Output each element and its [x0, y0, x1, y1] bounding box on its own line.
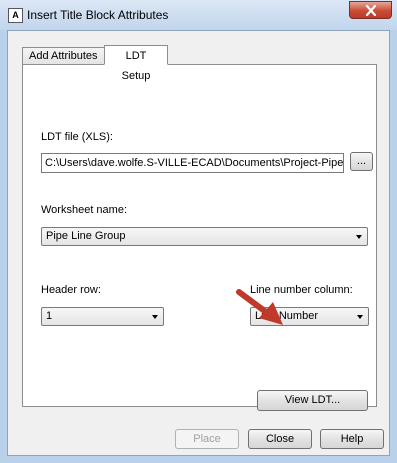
tab-ldt-setup[interactable]: LDT Setup [104, 45, 168, 82]
dialog-client-area: Add Attributes LDT Setup LDT file (XLS):… [7, 30, 390, 456]
title-bar[interactable]: A Insert Title Block Attributes [0, 0, 397, 30]
dropdown-arrow-icon [356, 235, 362, 239]
dropdown-arrow-icon [152, 315, 158, 319]
close-button[interactable]: Close [248, 429, 312, 449]
dialog-window: A Insert Title Block Attributes Add Attr… [0, 0, 397, 463]
close-icon [365, 5, 377, 16]
window-close-button[interactable] [349, 1, 392, 19]
autocad-app-icon: A [8, 8, 23, 23]
ldt-file-input[interactable]: C:\Users\dave.wolfe.S-VILLE-ECAD\Documen… [41, 153, 344, 173]
help-button[interactable]: Help [320, 429, 384, 449]
ldt-file-label: LDT file (XLS): [41, 131, 113, 143]
pointer-arrow-icon [236, 289, 283, 325]
worksheet-name-value: Pipe Line Group [46, 230, 126, 242]
header-row-label: Header row: [41, 284, 101, 296]
window-title: Insert Title Block Attributes [27, 8, 169, 22]
dropdown-arrow-icon [357, 315, 363, 319]
view-ldt-button[interactable]: View LDT... [257, 390, 368, 411]
worksheet-name-select[interactable]: Pipe Line Group [41, 227, 368, 246]
worksheet-name-label: Worksheet name: [41, 204, 128, 216]
place-button[interactable]: Place [175, 429, 239, 449]
header-row-value: 1 [46, 310, 53, 322]
tab-add-attributes[interactable]: Add Attributes [22, 47, 105, 65]
browse-button[interactable]: ... [350, 152, 373, 171]
ldt-setup-panel: LDT file (XLS): C:\Users\dave.wolfe.S-VI… [22, 64, 377, 411]
header-row-select[interactable]: 1 [41, 307, 164, 326]
